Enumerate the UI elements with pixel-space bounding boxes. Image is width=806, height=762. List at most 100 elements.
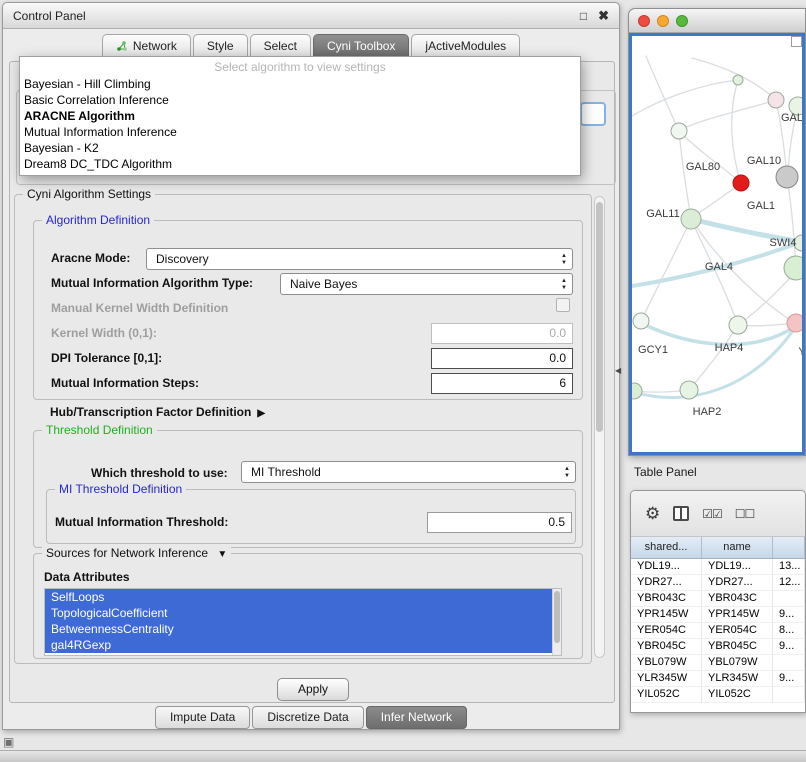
dropdown-option-selected[interactable]: ARACNE Algorithm xyxy=(20,108,580,124)
tab-cyni-toolbox[interactable]: Cyni Toolbox xyxy=(313,34,409,57)
table-cell: YER054C xyxy=(702,623,773,638)
table-cell: YBR045C xyxy=(702,639,773,654)
data-attributes-list[interactable]: SelfLoops TopologicalCoefficient Between… xyxy=(44,588,562,656)
tab-jactivemodules[interactable]: jActiveModules xyxy=(411,34,520,57)
sources-expander[interactable]: Sources for Network Inference ▼ xyxy=(42,546,231,561)
collapse-down-icon: ▼ xyxy=(217,549,227,560)
which-threshold-select[interactable]: MI Threshold ▲ ▼ xyxy=(241,461,576,483)
list-scrollbar[interactable] xyxy=(552,589,561,655)
columns-icon[interactable] xyxy=(673,506,689,521)
network-node[interactable] xyxy=(671,123,687,139)
network-edge[interactable] xyxy=(689,325,738,390)
aracne-mode-select[interactable]: Discovery ▲ ▼ xyxy=(146,248,573,270)
tab-infer-network[interactable]: Infer Network xyxy=(366,706,467,729)
window-close-button[interactable] xyxy=(638,15,650,27)
list-scrollbar-thumb[interactable] xyxy=(554,591,560,643)
mi-steps-input[interactable]: 6 xyxy=(431,373,573,394)
network-node[interactable] xyxy=(729,316,747,334)
close-icon[interactable]: ✖ xyxy=(598,8,609,24)
sources-group: Sources for Network Inference ▼ Data Att… xyxy=(33,553,583,659)
network-edge[interactable] xyxy=(679,100,776,131)
apply-button[interactable]: Apply xyxy=(277,678,349,701)
table-row[interactable]: YBR043C YBR043C xyxy=(631,591,805,607)
dropdown-option[interactable]: Basic Correlation Inference xyxy=(20,92,580,108)
dropdown-option[interactable]: Mutual Information Inference xyxy=(20,124,580,140)
list-item[interactable]: gal4RGexp xyxy=(45,637,561,653)
network-node[interactable] xyxy=(787,314,802,332)
table-row[interactable]: YIL052C YIL052C xyxy=(631,687,805,703)
table-cell xyxy=(773,655,805,670)
window-zoom-button[interactable] xyxy=(676,15,688,27)
hub-definition-label: Hub/Transcription Factor Definition xyxy=(50,405,251,419)
tab-select[interactable]: Select xyxy=(250,34,311,57)
unchecked-boxes-icon[interactable]: ☐☐ xyxy=(735,507,755,521)
table-row[interactable]: YDR27... YDR27... 12... xyxy=(631,575,805,591)
network-edge[interactable] xyxy=(693,183,741,217)
network-edge[interactable] xyxy=(679,131,691,219)
network-canvas[interactable]: GAL80GAL10GAL11GAL1SWI4GAL4GCY1HAP4HAP2G… xyxy=(632,36,802,452)
network-edge[interactable] xyxy=(787,177,796,266)
column-header-extra[interactable] xyxy=(773,537,805,558)
network-node-label: HAP2 xyxy=(693,406,722,418)
table-row[interactable]: YBR045C YBR045C 9... xyxy=(631,639,805,655)
table-panel-window: ⚙ ☑☑ ☐☐ shared... name YDL19... YDL19...… xyxy=(630,490,806,713)
table-cell: YIL052C xyxy=(631,687,702,702)
window-minimize-button[interactable] xyxy=(657,15,669,27)
tab-label: Cyni Toolbox xyxy=(327,39,395,53)
combo-value: Naive Bayes xyxy=(290,277,357,291)
kernel-width-label: Kernel Width (0,1): xyxy=(51,326,157,340)
network-canvas-area: GAL80GAL10GAL11GAL1SWI4GAL4GCY1HAP4HAP2G… xyxy=(632,36,802,452)
network-edge[interactable] xyxy=(632,80,738,116)
network-node[interactable] xyxy=(784,256,802,280)
mi-threshold-input[interactable]: 0.5 xyxy=(427,512,572,533)
network-scroll-corner xyxy=(791,36,802,47)
tab-style[interactable]: Style xyxy=(193,34,248,57)
table-row[interactable]: YLR345W YLR345W 9... xyxy=(631,671,805,687)
dropdown-option[interactable]: Bayesian - Hill Climbing xyxy=(20,76,580,92)
network-node[interactable] xyxy=(633,313,649,329)
settings-scrollbar-thumb[interactable] xyxy=(596,202,603,432)
network-node[interactable] xyxy=(776,166,798,188)
network-node[interactable] xyxy=(768,92,784,108)
algorithm-definition-title: Algorithm Definition xyxy=(42,213,154,228)
settings-scrollbar[interactable] xyxy=(594,196,605,658)
table-cell: 8... xyxy=(773,623,805,638)
table-row[interactable]: YPR145W YPR145W 9... xyxy=(631,607,805,623)
dock-panel-icon[interactable]: ▣ xyxy=(3,735,14,749)
control-panel-titlebar: Control Panel □ ✖ xyxy=(3,3,619,29)
dropdown-placeholder: Select algorithm to view settings xyxy=(20,59,580,76)
checked-boxes-icon[interactable]: ☑☑ xyxy=(702,507,722,521)
settings-group-title: Cyni Algorithm Settings xyxy=(23,187,155,202)
network-node[interactable] xyxy=(733,75,743,85)
tab-discretize-data[interactable]: Discretize Data xyxy=(252,706,363,729)
network-node[interactable] xyxy=(680,381,698,399)
tab-network[interactable]: Network xyxy=(102,34,191,57)
network-node[interactable] xyxy=(681,209,701,229)
combo-value: MI Threshold xyxy=(251,465,321,479)
column-header-name[interactable]: name xyxy=(702,537,773,558)
hub-definition-expander[interactable]: Hub/Transcription Factor Definition▶ xyxy=(50,405,265,419)
dpi-tolerance-label: DPI Tolerance [0,1]: xyxy=(51,351,162,365)
gear-icon[interactable]: ⚙ xyxy=(645,504,660,524)
splitter-handle[interactable]: ◀ xyxy=(615,366,621,375)
list-item[interactable]: TopologicalCoefficient xyxy=(45,605,561,621)
table-row[interactable]: YBL079W YBL079W xyxy=(631,655,805,671)
network-node[interactable] xyxy=(733,175,749,191)
network-node[interactable] xyxy=(632,383,642,399)
dropdown-option[interactable]: Dream8 DC_TDC Algorithm xyxy=(20,156,580,172)
tab-impute-data[interactable]: Impute Data xyxy=(155,706,250,729)
table-cell: 9... xyxy=(773,607,805,622)
network-node-label: GAL4 xyxy=(705,261,733,273)
column-header-shared-name[interactable]: shared... xyxy=(631,537,702,558)
network-edge[interactable] xyxy=(641,219,691,321)
table-row[interactable]: YER054C YER054C 8... xyxy=(631,623,805,639)
dropdown-option[interactable]: Bayesian - K2 xyxy=(20,140,580,156)
network-edge[interactable] xyxy=(732,80,741,183)
dpi-tolerance-input[interactable]: 0.0 xyxy=(431,348,573,369)
network-edge[interactable] xyxy=(646,56,679,131)
mi-algorithm-type-select[interactable]: Naive Bayes ▲ ▼ xyxy=(280,273,573,295)
list-item[interactable]: SelfLoops xyxy=(45,589,561,605)
float-window-icon[interactable]: □ xyxy=(580,9,587,23)
list-item[interactable]: BetweennessCentrality xyxy=(45,621,561,637)
table-row[interactable]: YDL19... YDL19... 13... xyxy=(631,559,805,575)
